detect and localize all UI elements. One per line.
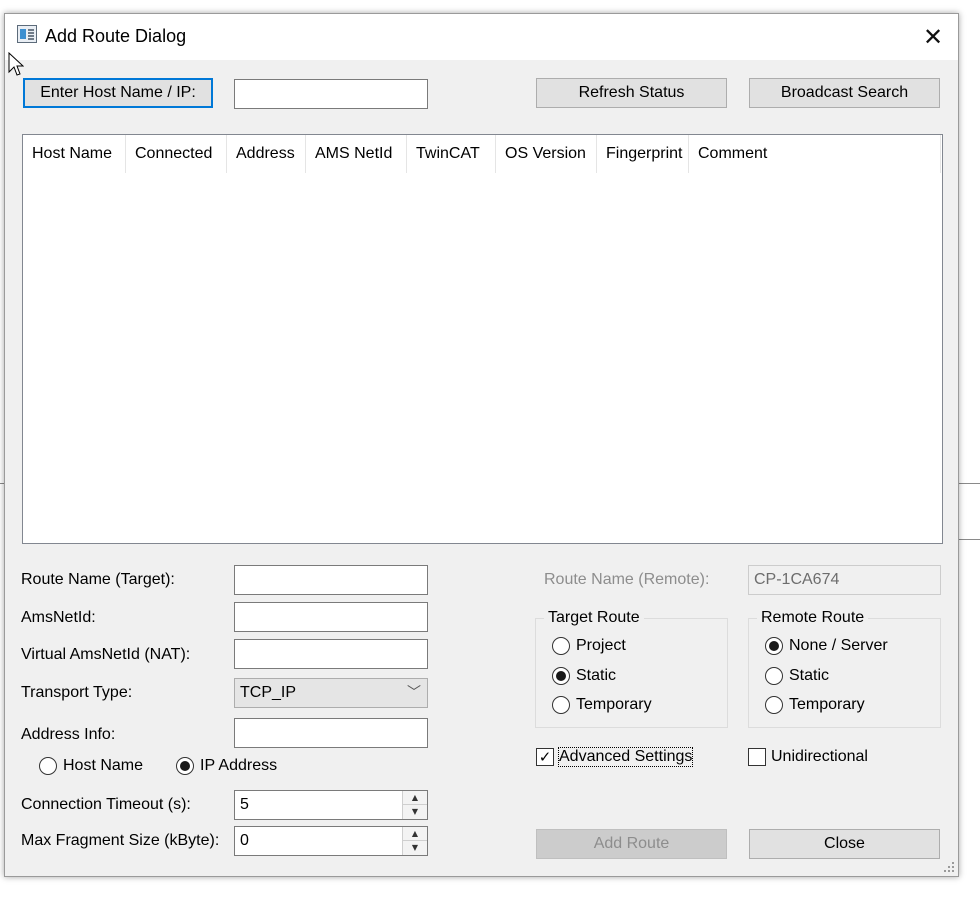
remote-route-temporary-label[interactable]: Temporary [789, 696, 865, 714]
remote-route-temporary-radio[interactable] [765, 696, 783, 714]
add-route-button: Add Route [536, 829, 727, 859]
spin-up-icon[interactable]: ▲ [403, 791, 427, 805]
column-header-os-version[interactable]: OS Version [496, 135, 597, 173]
target-route-project-label[interactable]: Project [576, 637, 626, 655]
amsnetid-label: AmsNetId: [21, 609, 96, 626]
ip-address-radio-label[interactable]: IP Address [200, 757, 277, 775]
address-info-input[interactable] [234, 718, 428, 748]
route-name-label: Route Name (Target): [21, 571, 175, 588]
amsnetid-input[interactable] [234, 602, 428, 632]
target-route-project-radio[interactable] [552, 637, 570, 655]
spin-up-icon[interactable]: ▲ [403, 827, 427, 841]
connection-timeout-label: Connection Timeout (s): [21, 796, 191, 813]
chevron-down-icon: ﹀ [407, 685, 421, 701]
close-button[interactable]: Close [749, 829, 940, 859]
ip-address-radio[interactable] [176, 757, 194, 775]
host-list[interactable]: Host Name Connected Address AMS NetId Tw… [22, 134, 943, 544]
advanced-settings-label[interactable]: Advanced Settings [557, 747, 694, 767]
app-icon [17, 25, 37, 43]
enter-host-button[interactable]: Enter Host Name / IP: [23, 78, 213, 108]
max-fragment-label: Max Fragment Size (kByte): [21, 832, 220, 849]
unidirectional-label[interactable]: Unidirectional [771, 748, 868, 766]
refresh-status-button[interactable]: Refresh Status [536, 78, 727, 108]
remote-route-none-radio[interactable] [765, 637, 783, 655]
address-info-label: Address Info: [21, 726, 116, 743]
transport-type-select[interactable]: TCP_IP ﹀ [234, 678, 428, 708]
broadcast-search-button[interactable]: Broadcast Search [749, 78, 940, 108]
route-name-remote-label: Route Name (Remote): [544, 571, 710, 588]
connection-timeout-value: 5 [240, 796, 249, 813]
host-input[interactable] [234, 79, 428, 109]
connection-timeout-stepper[interactable]: 5 ▲ ▼ [234, 790, 428, 820]
host-name-radio-label[interactable]: Host Name [63, 757, 143, 775]
column-header-twincat[interactable]: TwinCAT [407, 135, 496, 173]
virtual-amsnetid-input[interactable] [234, 639, 428, 669]
column-header-connected[interactable]: Connected [126, 135, 227, 173]
spin-down-icon[interactable]: ▼ [403, 841, 427, 855]
background-line [957, 539, 980, 540]
advanced-settings-checkbox[interactable]: ✓ [536, 748, 554, 766]
column-header-host-name[interactable]: Host Name [23, 135, 126, 173]
background-line [957, 483, 980, 484]
target-route-temporary-label[interactable]: Temporary [576, 696, 652, 714]
column-header-address[interactable]: Address [227, 135, 306, 173]
target-route-static-label[interactable]: Static [576, 667, 616, 685]
window-title: Add Route Dialog [45, 26, 187, 46]
column-header-ams-netid[interactable]: AMS NetId [306, 135, 407, 173]
unidirectional-checkbox[interactable] [748, 748, 766, 766]
add-route-dialog: Add Route Dialog ✕ Enter Host Name / IP:… [4, 13, 959, 877]
max-fragment-value: 0 [240, 832, 249, 849]
column-header-comment[interactable]: Comment [689, 135, 941, 173]
route-name-remote-input: CP-1CA674 [748, 565, 941, 595]
target-route-static-radio[interactable] [552, 667, 570, 685]
spin-buttons: ▲ ▼ [402, 827, 427, 855]
remote-route-group: Remote Route None / Server Static Tempor… [748, 609, 941, 728]
transport-type-value: TCP_IP [240, 684, 297, 701]
remote-route-none-label[interactable]: None / Server [789, 637, 888, 655]
close-window-icon[interactable]: ✕ [911, 20, 955, 54]
transport-type-label: Transport Type: [21, 684, 133, 701]
target-route-temporary-radio[interactable] [552, 696, 570, 714]
host-name-radio[interactable] [39, 757, 57, 775]
column-header-fingerprint[interactable]: Fingerprint [597, 135, 689, 173]
remote-route-static-label[interactable]: Static [789, 667, 829, 685]
remote-route-static-radio[interactable] [765, 667, 783, 685]
max-fragment-stepper[interactable]: 0 ▲ ▼ [234, 826, 428, 856]
resize-grip-icon[interactable] [943, 861, 955, 873]
target-route-title: Target Route [544, 609, 644, 627]
target-route-group: Target Route Project Static Temporary [535, 609, 728, 728]
title-bar: Add Route Dialog ✕ [5, 14, 958, 60]
spin-buttons: ▲ ▼ [402, 791, 427, 819]
remote-route-title: Remote Route [757, 609, 869, 627]
route-name-input[interactable] [234, 565, 428, 595]
virtual-amsnetid-label: Virtual AmsNetId (NAT): [21, 646, 191, 663]
spin-down-icon[interactable]: ▼ [403, 805, 427, 819]
mouse-cursor-icon [8, 52, 24, 76]
